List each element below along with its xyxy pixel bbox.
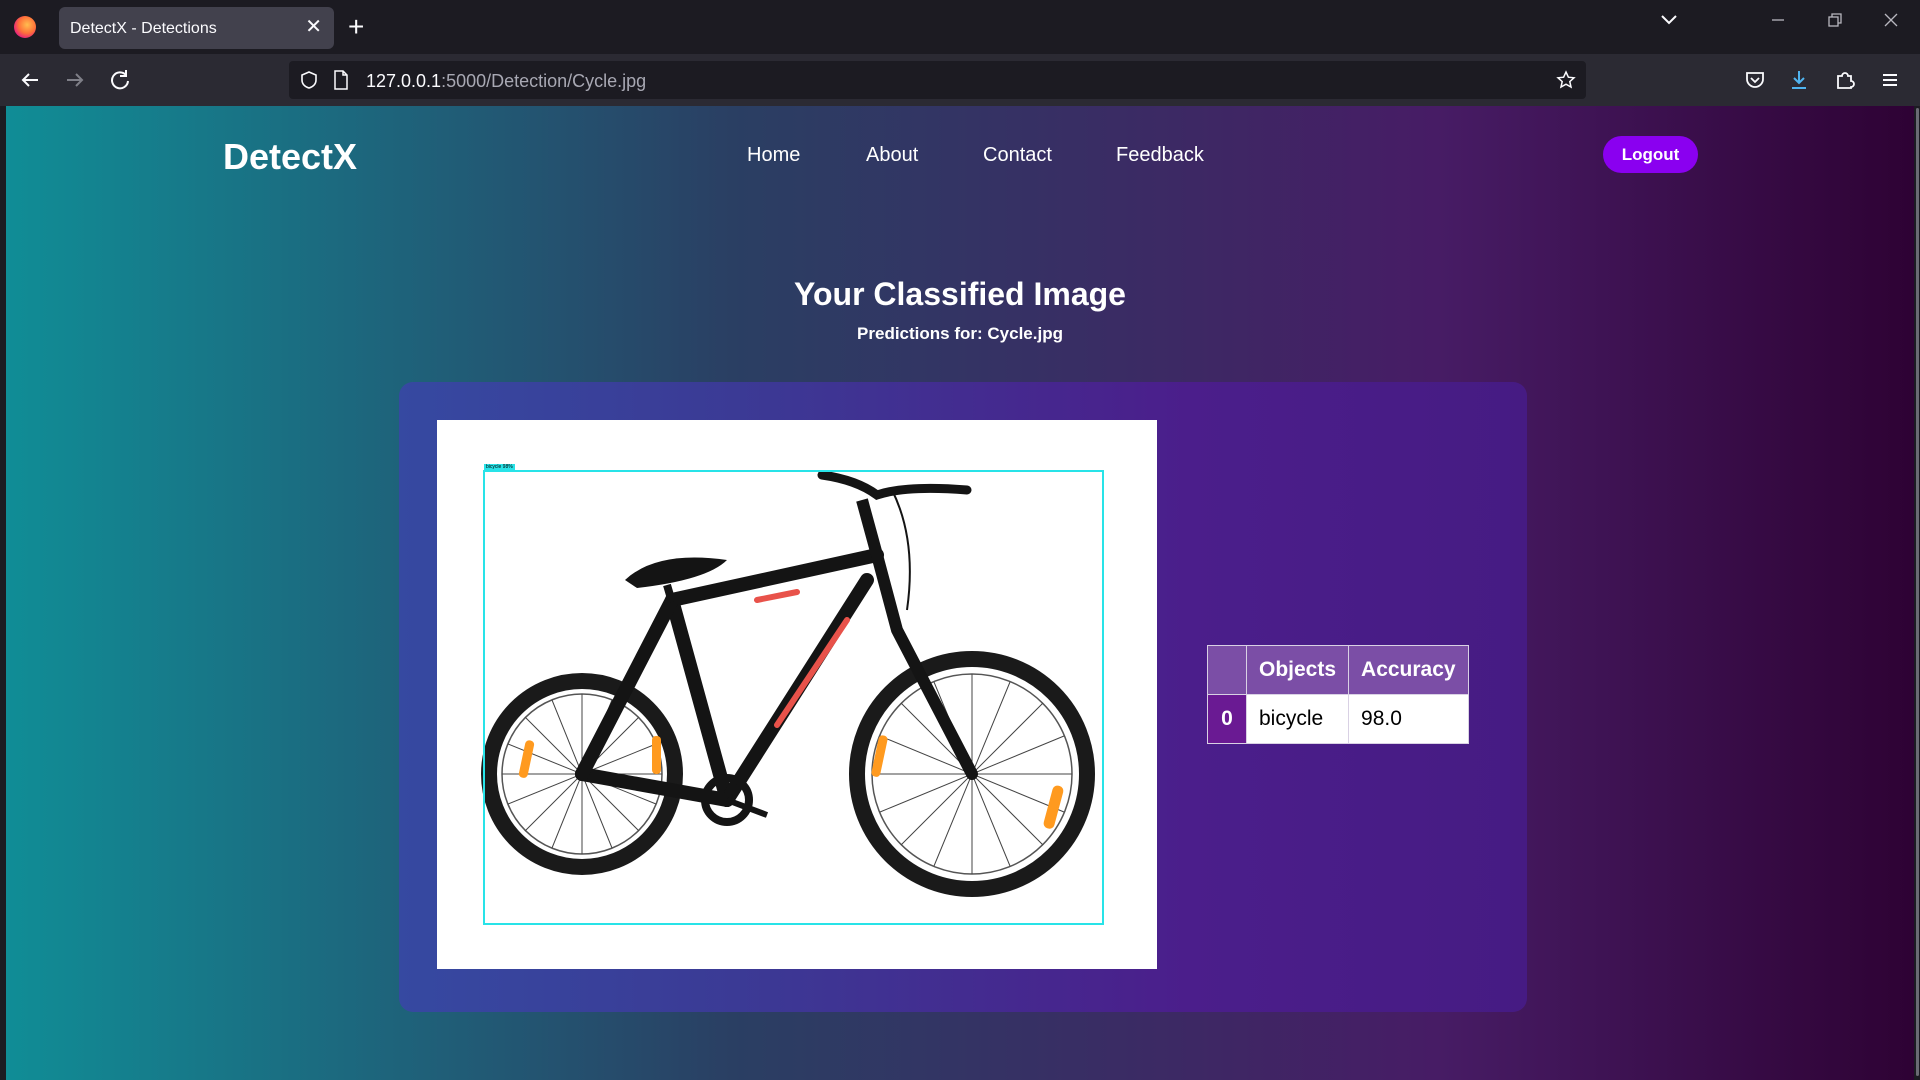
- pocket-icon[interactable]: [1741, 66, 1769, 94]
- browser-tab[interactable]: DetectX - Detections ✕: [59, 7, 334, 49]
- table-header-accuracy: Accuracy: [1348, 645, 1469, 695]
- restore-icon[interactable]: [1827, 12, 1843, 28]
- address-bar[interactable]: 127.0.0.1:5000/Detection/Cycle.jpg: [289, 61, 1586, 99]
- results-table: Objects Accuracy 0 bicycle 98.0: [1207, 645, 1469, 744]
- table-header-objects: Objects: [1245, 645, 1350, 695]
- row-index: 0: [1207, 694, 1247, 744]
- downloads-icon[interactable]: [1785, 66, 1813, 94]
- tab-list-chevron-icon[interactable]: [1660, 14, 1678, 26]
- row-object: bicycle: [1245, 694, 1350, 744]
- row-accuracy: 98.0: [1348, 694, 1469, 744]
- site-logo[interactable]: DetectX: [223, 136, 357, 178]
- close-tab-icon[interactable]: ✕: [305, 16, 322, 38]
- nav-about[interactable]: About: [866, 144, 918, 167]
- bookmark-star-icon[interactable]: [1556, 70, 1576, 90]
- reload-icon[interactable]: [106, 66, 134, 94]
- back-arrow-icon[interactable]: [16, 66, 44, 94]
- table-header-index: [1207, 645, 1247, 695]
- table-row: 0 bicycle 98.0: [1207, 694, 1469, 744]
- extensions-icon[interactable]: [1831, 66, 1859, 94]
- forward-arrow-icon[interactable]: [61, 66, 89, 94]
- detection-label: bicycle 98%: [484, 464, 515, 471]
- page-content: DetectX Home About Contact Feedback Logo…: [6, 106, 1914, 1080]
- url-text[interactable]: 127.0.0.1:5000/Detection/Cycle.jpg: [366, 71, 646, 92]
- new-tab-icon[interactable]: +: [348, 12, 364, 42]
- detection-bounding-box: bicycle 98%: [483, 464, 1104, 925]
- shield-icon[interactable]: [299, 70, 319, 90]
- table-header-row: Objects Accuracy: [1207, 645, 1469, 695]
- logout-button[interactable]: Logout: [1603, 136, 1698, 173]
- url-path: :5000/Detection/Cycle.jpg: [441, 71, 647, 91]
- nav-home[interactable]: Home: [747, 144, 800, 167]
- page-title: Your Classified Image: [794, 276, 1126, 312]
- classified-image: bicycle 98%: [437, 420, 1157, 969]
- firefox-logo-icon: [14, 16, 36, 38]
- scrollbar-thumb[interactable]: [1916, 108, 1919, 1076]
- browser-tab-bar: DetectX - Detections ✕ +: [0, 0, 1920, 54]
- result-card: bicycle 98% Objects Accuracy 0 bicycle 9…: [399, 382, 1527, 1012]
- page-icon[interactable]: [333, 70, 349, 90]
- page-subtitle: Predictions for: Cycle.jpg: [857, 324, 1063, 343]
- menu-icon[interactable]: [1876, 66, 1904, 94]
- url-host: 127.0.0.1: [366, 71, 442, 91]
- minimize-icon[interactable]: [1770, 12, 1786, 28]
- close-window-icon[interactable]: [1883, 12, 1899, 28]
- browser-nav-bar: 127.0.0.1:5000/Detection/Cycle.jpg: [0, 54, 1920, 106]
- nav-contact[interactable]: Contact: [983, 144, 1052, 167]
- tab-title: DetectX - Detections: [70, 20, 217, 37]
- nav-feedback[interactable]: Feedback: [1116, 144, 1204, 167]
